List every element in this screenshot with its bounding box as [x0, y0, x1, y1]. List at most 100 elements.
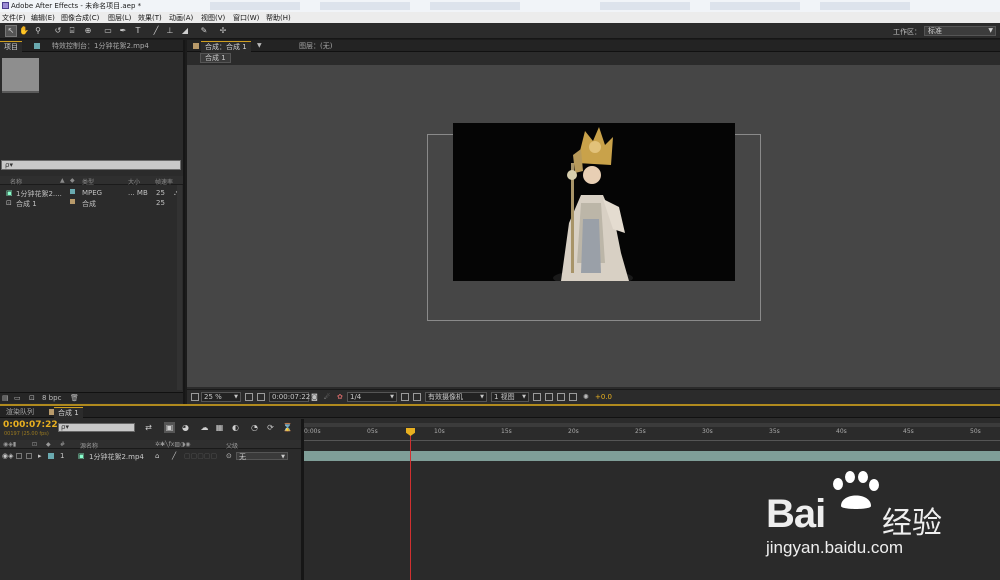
- new-folder-icon[interactable]: ▭: [14, 394, 21, 402]
- tab-composition[interactable]: 合成：合成 1: [201, 41, 251, 52]
- draft-3d-icon[interactable]: ◕: [180, 422, 191, 433]
- comp-mini-flowchart-icon[interactable]: ⇄: [143, 422, 154, 433]
- tab-layer[interactable]: 图层：(无): [295, 41, 336, 52]
- clone-stamp-tool-icon[interactable]: ⊥: [165, 26, 175, 36]
- type-tool-icon[interactable]: T: [133, 26, 143, 36]
- menu-file[interactable]: 文件(F): [2, 13, 26, 23]
- visibility-icon[interactable]: ◉◈: [2, 452, 14, 460]
- tab-timeline-comp[interactable]: 合成 1: [54, 407, 83, 418]
- lock-box[interactable]: [26, 453, 32, 459]
- pickwhip-icon[interactable]: ⊙: [226, 452, 232, 460]
- timeline-icon[interactable]: [557, 393, 565, 401]
- timeline-search-input[interactable]: ρ▾: [58, 423, 135, 432]
- tab-render-queue[interactable]: 渲染队列: [2, 407, 38, 418]
- work-area-bar[interactable]: [304, 423, 1000, 427]
- menu-effect[interactable]: 效果(T): [138, 13, 162, 23]
- always-preview-icon[interactable]: [191, 393, 199, 401]
- menu-animation[interactable]: 动画(A): [169, 13, 193, 23]
- menu-edit[interactable]: 编辑(E): [31, 13, 55, 23]
- layer-duration-bar[interactable]: [304, 451, 1000, 461]
- project-item[interactable]: ▣ 1分钟花絮2.... MPEG ... MB 25 ⛬: [0, 188, 183, 198]
- graph-editor-icon[interactable]: ⟳: [265, 422, 276, 433]
- label-swatch: [70, 189, 75, 194]
- chevron-down-icon[interactable]: ▼: [257, 42, 262, 49]
- project-scrollbar[interactable]: [177, 185, 182, 390]
- project-search-input[interactable]: ρ▾: [1, 160, 181, 170]
- channel-icon[interactable]: ✿: [337, 393, 343, 401]
- tab-effect-controls[interactable]: 特效控制台：1分钟花絮2.mp4: [48, 41, 153, 52]
- show-snapshot-icon[interactable]: ☄: [324, 393, 330, 401]
- bpc-label[interactable]: 8 bpc: [42, 394, 61, 402]
- mask-visibility-icon[interactable]: [257, 393, 265, 401]
- switch-boxes[interactable]: ▢▢▢▢▢: [184, 452, 217, 460]
- expand-icon[interactable]: ▸: [38, 452, 42, 460]
- puppet-pin-tool-icon[interactable]: ✢: [218, 26, 228, 36]
- transparency-grid-icon[interactable]: [413, 393, 421, 401]
- col-size[interactable]: 大小: [128, 177, 140, 186]
- region-of-interest-icon[interactable]: [401, 393, 409, 401]
- fast-previews-icon[interactable]: [545, 393, 553, 401]
- menu-help[interactable]: 帮助(H): [266, 13, 291, 23]
- col-type[interactable]: 类型: [82, 177, 94, 186]
- parent-value: 无: [239, 453, 246, 461]
- menu-composition[interactable]: 图像合成(C): [61, 13, 99, 23]
- col-name[interactable]: 名称: [10, 177, 22, 186]
- zoom-select[interactable]: 25 % ▼: [201, 392, 241, 402]
- rectangle-mask-tool-icon[interactable]: ▭: [103, 26, 113, 36]
- quality-switch-icon[interactable]: ╱: [172, 452, 176, 460]
- hide-shy-layers-icon[interactable]: ☁: [199, 422, 210, 433]
- pen-tool-icon[interactable]: ✒: [118, 26, 128, 36]
- interpret-footage-icon[interactable]: ▤: [2, 394, 9, 402]
- layer-name[interactable]: 1分钟花絮2.mp4: [89, 452, 144, 462]
- roto-brush-tool-icon[interactable]: ✎: [199, 26, 209, 36]
- menu-view[interactable]: 视图(V): [201, 13, 225, 23]
- camera-tool-icon[interactable]: ⌸: [67, 26, 77, 36]
- toggle-pixel-aspect-icon[interactable]: [533, 393, 541, 401]
- eraser-tool-icon[interactable]: ◢: [180, 26, 190, 36]
- pan-behind-tool-icon[interactable]: ⊕: [83, 26, 93, 36]
- views-select[interactable]: 1 视图 ▼: [491, 392, 529, 402]
- col-parent[interactable]: 父级: [226, 441, 238, 450]
- camera-select[interactable]: 有效摄像机 ▼: [425, 392, 487, 402]
- item-fps: 25: [156, 199, 165, 207]
- parent-select[interactable]: 无 ▼: [236, 452, 288, 461]
- blurred-tab: [430, 2, 520, 10]
- frame-blending-icon[interactable]: ▦: [214, 422, 225, 433]
- label-icon: ◆: [70, 177, 75, 184]
- rotate-tool-icon[interactable]: ↺: [53, 26, 63, 36]
- motion-blur-icon[interactable]: ◐: [230, 422, 241, 433]
- layer-row[interactable]: ◉◈ ▸ 1 ▣ 1分钟花絮2.mp4 ⌂ ╱ ▢▢▢▢▢ ⊙ 无 ▼: [0, 451, 301, 461]
- auto-keyframe-icon[interactable]: ⌛: [282, 422, 293, 433]
- safe-margins-icon[interactable]: [245, 393, 253, 401]
- shy-switch-icon[interactable]: ⌂: [155, 452, 159, 460]
- current-time-display[interactable]: 0:00:07:22: [269, 392, 310, 402]
- workspace-select[interactable]: 标准 ▼: [924, 26, 996, 36]
- label-swatch[interactable]: [48, 453, 54, 459]
- new-composition-icon[interactable]: ⊡: [29, 394, 35, 402]
- comp-flow-tab[interactable]: 合成 1: [200, 53, 231, 63]
- resolution-select[interactable]: 1/4 ▼: [347, 392, 397, 402]
- selection-tool-icon[interactable]: ↖: [5, 25, 17, 37]
- solo-box[interactable]: [16, 453, 22, 459]
- snapshot-icon[interactable]: ◙: [311, 393, 318, 401]
- flowchart-icon[interactable]: [569, 393, 577, 401]
- exposure-value[interactable]: +0.0: [595, 393, 612, 401]
- trash-icon[interactable]: 🗑: [70, 394, 79, 402]
- brainstorm-icon[interactable]: ◔: [249, 422, 260, 433]
- col-fps[interactable]: 帧速率: [155, 177, 173, 186]
- ruler-tick: 40s: [836, 428, 847, 435]
- menu-layer[interactable]: 图层(L): [108, 13, 131, 23]
- footage-thumbnail: [2, 58, 39, 93]
- tab-project[interactable]: 项目: [0, 41, 22, 52]
- col-source-name[interactable]: 源名称: [80, 441, 98, 450]
- exposure-icon[interactable]: ✺: [583, 393, 589, 401]
- current-time-indicator[interactable]: [410, 430, 411, 580]
- timeline-timecode[interactable]: 0:00:07:22: [3, 420, 58, 430]
- hand-tool-icon[interactable]: ✋: [19, 26, 29, 36]
- project-item[interactable]: ⊡ 合成 1 合成 25: [0, 198, 183, 208]
- camera-value: 有效摄像机: [428, 393, 463, 401]
- zoom-tool-icon[interactable]: ⚲: [33, 26, 43, 36]
- live-update-icon[interactable]: ▣: [164, 422, 175, 433]
- menu-window[interactable]: 窗口(W): [233, 13, 259, 23]
- brush-tool-icon[interactable]: ╱: [151, 26, 161, 36]
